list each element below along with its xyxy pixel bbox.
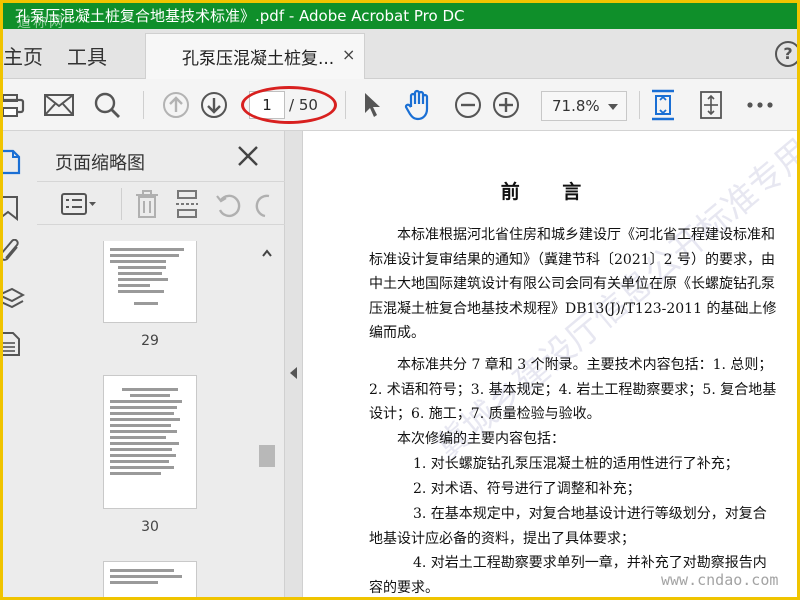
layers-icon[interactable]	[3, 287, 25, 313]
help-icon[interactable]: ?	[775, 41, 797, 67]
doc-paragraph: 本次修编的主要内容包括：	[397, 431, 565, 447]
tab-document[interactable]: 孔泵压混凝土桩复... ×	[145, 33, 365, 79]
toolbar-separator	[345, 91, 346, 119]
bookmarks-icon[interactable]	[3, 195, 21, 221]
doc-list-item: 3. 在基本规定中，对复合地基设计进行等级划分，对复合地基设计应必备的资料，提出…	[369, 506, 767, 547]
scrollbar-thumb[interactable]	[259, 445, 275, 467]
rotate-left-icon[interactable]	[215, 192, 241, 218]
tab-document-label: 孔泵压混凝土桩复...	[182, 49, 335, 69]
thumbnail-toolbar	[37, 181, 285, 225]
select-cursor-icon[interactable]	[361, 89, 383, 121]
tab-tools[interactable]: 工具	[67, 41, 107, 70]
page-thumbnails-icon[interactable]	[3, 149, 23, 175]
doc-list-item: 1. 对长螺旋钻孔泵压混凝土桩的适用性进行了补充；	[413, 456, 739, 472]
panel-title: 页面缩略图	[55, 153, 145, 174]
close-icon[interactable]	[237, 145, 259, 167]
attachments-icon[interactable]	[3, 239, 23, 267]
previous-page-icon[interactable]	[161, 89, 191, 121]
next-page-icon[interactable]	[199, 89, 229, 121]
zoom-level-value: 71.8%	[552, 97, 600, 115]
document-properties-icon[interactable]	[3, 331, 23, 357]
tab-home[interactable]: 主页	[3, 41, 43, 70]
chevron-down-icon	[608, 104, 618, 110]
highlight-annotation	[241, 86, 337, 124]
thumbnail-scrollbar[interactable]	[259, 245, 275, 597]
collapse-arrow-icon	[290, 367, 298, 379]
document-page[interactable]: 冀城乡建设厅信息公开标准专用 前 言 本标准根据河北省住房和城乡建设厅《河北省工…	[303, 131, 797, 597]
page-thumbnail-number: 29	[141, 333, 159, 349]
tab-close-icon[interactable]: ×	[342, 45, 355, 64]
doc-paragraph: 本标准共分 7 章和 3 个附录。主要技术内容包括：1. 总则；2. 术语和符号…	[369, 357, 777, 422]
email-icon[interactable]	[43, 89, 75, 121]
scroll-up-icon[interactable]	[262, 249, 272, 257]
print-icon[interactable]	[3, 89, 27, 121]
toolbar-separator	[639, 91, 640, 119]
window-title: 孔泵压混凝土桩复合地基技术标准》.pdf - Adobe Acrobat Pro…	[15, 7, 465, 25]
panel-collapse-handle[interactable]	[285, 131, 303, 597]
more-options-icon[interactable]	[745, 89, 775, 121]
doc-heading: 前 言	[500, 181, 600, 203]
page-thumbnails-panel: 页面缩略图 29 30	[37, 131, 285, 597]
navigation-rail	[3, 131, 37, 597]
delete-page-icon[interactable]	[135, 190, 159, 218]
page-thumbnail[interactable]	[103, 561, 197, 597]
thumbnail-options-icon[interactable]	[61, 192, 97, 216]
site-url-watermark: www.cndao.com	[661, 571, 779, 589]
page-thumbnail[interactable]	[103, 241, 197, 323]
title-bar: 孔泵压混凝土桩复合地基技术标准》.pdf - Adobe Acrobat Pro…	[3, 3, 797, 29]
doc-paragraph: 本标准根据河北省住房和城乡建设厅《河北省工程建设标准和标准设计复审结果的通知》（…	[369, 227, 777, 341]
rotate-right-icon[interactable]	[253, 192, 273, 218]
page-thumbnail[interactable]	[103, 375, 197, 509]
fit-page-icon[interactable]	[649, 89, 677, 121]
insert-page-icon[interactable]	[175, 190, 199, 218]
toolbar: / 50 71.8%	[3, 79, 797, 131]
page-thumbnail-number: 30	[141, 519, 159, 535]
zoom-in-icon[interactable]	[491, 89, 521, 121]
toolbar-separator	[121, 188, 122, 220]
search-icon[interactable]	[91, 89, 123, 121]
tab-bar: 主页 工具 孔泵压混凝土桩复... × ?	[3, 29, 797, 79]
thumbnail-list: 29 30	[37, 241, 257, 597]
zoom-level-dropdown[interactable]: 71.8%	[541, 91, 627, 121]
full-screen-icon[interactable]	[697, 89, 725, 121]
app-window: 孔泵压混凝土桩复合地基技术标准》.pdf - Adobe Acrobat Pro…	[3, 3, 797, 597]
toolbar-separator	[143, 91, 144, 119]
hand-tool-icon[interactable]	[403, 89, 435, 121]
doc-list-item: 2. 对术语、符号进行了调整和补充；	[413, 481, 641, 497]
zoom-out-icon[interactable]	[453, 89, 483, 121]
